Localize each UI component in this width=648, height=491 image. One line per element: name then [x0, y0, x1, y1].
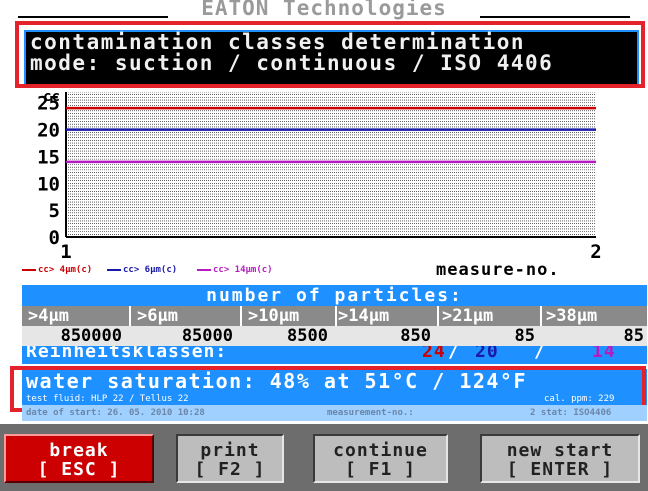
legend-label: cc> 14µm(c): [213, 265, 273, 275]
contamination-chart: 05101520251 2cc: [37, 92, 602, 260]
column-divider: [540, 306, 542, 326]
size-cell: >14µm: [338, 306, 390, 326]
particle-count-row: 850000 85000 8500 850 85 85: [22, 326, 647, 346]
status-row: date of start: 26. 05. 2010 10:28 measur…: [22, 405, 647, 421]
count-cell: 85000: [181, 326, 233, 346]
x-tick-label: 2: [590, 241, 601, 260]
function-key-bar: break [ ESC ] print [ F2 ] continue [ F1…: [0, 424, 648, 491]
continue-button-key: [ F1 ]: [344, 459, 417, 480]
continue-button[interactable]: continue [ F1 ]: [313, 434, 448, 483]
x-tick-label: 1: [60, 241, 71, 260]
brand-title: EATON Technologies: [201, 0, 447, 20]
count-cell: 85: [514, 326, 535, 346]
size-cell: >38µm: [546, 306, 598, 326]
legend-label: cc> 6µm(c): [123, 265, 178, 275]
y-tick-label: 10: [37, 173, 60, 195]
y-tick-label: 20: [37, 120, 60, 142]
legend-item: cc> 6µm(c): [107, 265, 177, 275]
legend-label: cc> 4µm(c): [38, 265, 93, 275]
highlight-box-header: [15, 21, 645, 88]
y-tick-label: 15: [37, 146, 60, 168]
size-cell: >4µm: [28, 306, 69, 326]
size-cell: >6µm: [137, 306, 178, 326]
brand-bar: EATON Technologies: [0, 0, 648, 20]
y-tick-label: 5: [49, 200, 60, 222]
new-start-button-label: new start: [506, 440, 614, 461]
print-button-label: print: [200, 440, 260, 461]
column-divider: [437, 306, 439, 326]
class-14um: 14: [592, 346, 616, 362]
class-4um: 24: [422, 346, 446, 362]
legend-swatch: [197, 268, 211, 271]
y-tick-label: 0: [49, 227, 60, 249]
new-start-button-key: [ ENTER ]: [506, 459, 614, 480]
break-button[interactable]: break [ ESC ]: [4, 434, 154, 483]
column-divider: [240, 306, 242, 326]
column-divider: [129, 306, 131, 326]
legend-swatch: [22, 268, 36, 271]
print-button-key: [ F2 ]: [194, 459, 266, 480]
x-axis-label: measure-no.: [436, 260, 560, 280]
measurement-number-label: measurement-no.:: [327, 408, 414, 418]
classes-label: Reinheitsklassen:: [26, 346, 228, 362]
count-cell: 850000: [60, 326, 122, 346]
legend-item: cc> 4µm(c): [22, 265, 92, 275]
column-divider: [335, 306, 337, 326]
size-cell: >10µm: [248, 306, 300, 326]
break-button-key: [ ESC ]: [37, 459, 121, 480]
cleanliness-classes-row: Reinheitsklassen: 24 / 20 / 14: [22, 346, 647, 364]
class-separator: /: [448, 346, 460, 362]
start-date: date of start: 26. 05. 2010 10:28: [26, 408, 205, 418]
status-standard: 2 stat: ISO4406: [530, 408, 612, 418]
particle-size-row: >4µm >6µm >10µm >14µm >21µm >38µm: [22, 306, 647, 326]
count-cell: 8500: [287, 326, 328, 346]
print-button[interactable]: print [ F2 ]: [176, 434, 284, 483]
count-cell: 850: [400, 326, 431, 346]
class-separator: /: [534, 346, 546, 362]
count-cell: 85: [623, 326, 644, 346]
new-start-button[interactable]: new start [ ENTER ]: [480, 434, 640, 483]
break-button-label: break: [49, 440, 109, 461]
class-6um: 20: [475, 346, 499, 362]
legend-item: cc> 14µm(c): [197, 265, 273, 275]
particles-title: number of particles:: [22, 285, 647, 306]
size-cell: >21µm: [442, 306, 494, 326]
y-axis-label: cc: [43, 92, 60, 105]
continue-button-label: continue: [333, 440, 428, 461]
legend-swatch: [107, 268, 121, 271]
